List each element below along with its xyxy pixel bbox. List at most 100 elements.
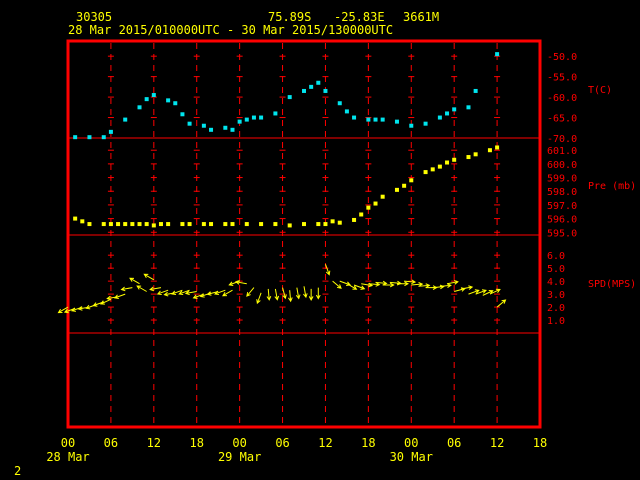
pressure-point [137,222,142,227]
x-tick-label: 18 [533,436,547,450]
y-tick-label-pressure: 600.0 [547,160,577,171]
y-tick-label-pressure: 595.0 [547,228,577,239]
pressure-point [116,222,121,227]
y-tick-label-wind_speed: 3.0 [547,290,565,301]
temperature-point [323,88,328,93]
x-tick-label: 18 [361,436,375,450]
pressure-point [101,222,106,227]
wind-arrow [404,279,417,285]
temperature-point [287,95,292,100]
pressure-point [166,222,171,227]
temperature-point [366,117,371,122]
pressure-point [466,155,471,160]
wind-arrow [129,277,140,285]
pressure-point [108,222,113,227]
temperature-point [73,135,78,140]
wind-arrow [346,283,358,290]
x-tick-label: 06 [447,436,461,450]
temperature-point [166,98,171,103]
y-tick-label-wind_speed: 5.0 [547,264,565,275]
y-tick-label-pressure: 599.0 [547,174,577,185]
x-tick-label: 06 [275,436,289,450]
x-tick-label: 00 [232,436,246,450]
temperature-point [251,115,256,120]
pressure-point [473,152,478,157]
plot-frame [66,39,542,429]
temperature-point [394,119,399,124]
x-day-label: 30 Mar [390,450,433,464]
y-tick-label-temperature: -55.0 [547,73,577,84]
page-number: 2 [14,464,22,478]
pressure-point [394,187,399,192]
wind-arrow [256,292,262,305]
temperature-point [237,119,242,124]
pressure-point [244,222,249,227]
y-tick-label-pressure: 597.0 [547,201,577,212]
wind-arrow [149,286,162,292]
wind-arrow [143,273,155,281]
wind-arrow [324,264,331,276]
pressure-point [352,217,357,222]
pressure-point [201,222,206,227]
temperature-point [137,105,142,110]
pressure-point [302,222,306,227]
meteogram-chart: -50.0 -55.0 -60.0 -65.0 -70.0 595.0 596.0 597.0… [46,39,636,464]
wind-arrow [136,285,147,292]
wind-arrow [288,290,293,303]
wind-arrow [389,280,402,286]
y-tick-label-wind_speed: 4.0 [547,277,565,288]
temperature-point [373,117,378,122]
x-tick-label: 00 [61,436,75,450]
wind-arrow [332,280,342,289]
x-tick-label: 18 [190,436,204,450]
pressure-point [259,222,264,227]
x-day-label: 28 Mar [46,450,89,464]
pressure-point [287,223,292,228]
temperature-point [273,111,278,116]
pressure-point [151,223,156,228]
temperature-point [259,115,264,120]
pressure-point [144,222,149,227]
y-tick-label-temperature: -50.0 [547,52,577,63]
pressure-point [80,219,85,224]
wind-arrow [303,286,308,299]
y-tick-label-temperature: -65.0 [547,114,577,125]
pressure-point [158,222,163,227]
y-tick-label-pressure: 596.0 [547,215,577,226]
pressure-point [316,222,321,227]
temperature-point [151,93,156,98]
y-tick-label-wind_speed: 2.0 [547,303,565,314]
wind-arrow [496,299,507,308]
y-tick-label-pressure: 601.0 [547,146,577,157]
temperature-point [302,88,306,93]
wind-arrow [246,287,255,297]
temperature-point [380,117,385,122]
temperature-point [437,115,442,120]
pressure-point [487,148,492,153]
pressure-point [230,222,235,227]
x-tick-label: 12 [147,436,161,450]
temperature-point [423,121,428,126]
wind-arrow [308,288,314,301]
temperature-point [316,80,321,85]
pressure-point [123,222,128,227]
temperature-point [223,125,228,130]
pressure-point [373,201,378,206]
pressure-point [423,170,428,175]
x-tick-label: 12 [490,436,504,450]
temperature-point [495,52,500,57]
temperature-point [452,107,457,112]
temperature-point [123,117,128,122]
temperature-point [244,117,249,122]
temperature-point [352,115,357,120]
temperature-point [108,129,113,134]
pressure-point [180,222,185,227]
temperature-point [144,97,149,102]
pressure-point [323,222,328,227]
pressure-point [380,194,385,199]
y-tick-label-pressure: 598.0 [547,187,577,198]
y-tick-label-temperature: -70.0 [547,134,577,145]
panel-label-temperature: T(C) [588,85,612,96]
temperature-point [409,123,414,128]
pressure-point [430,167,435,172]
